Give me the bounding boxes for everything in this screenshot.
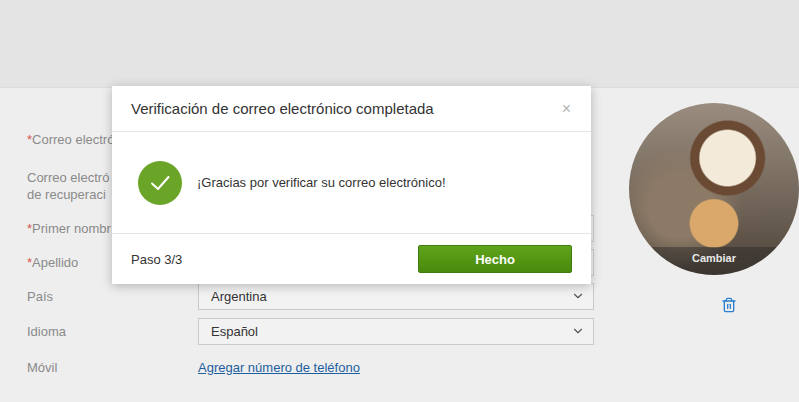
close-button[interactable]: × bbox=[562, 100, 571, 118]
avatar[interactable]: Cambiar bbox=[629, 103, 799, 275]
required-marker: * bbox=[27, 132, 32, 147]
form-row: Idioma Español bbox=[27, 313, 594, 349]
form-row: País Argentina bbox=[27, 279, 594, 313]
required-marker: * bbox=[27, 221, 32, 236]
avatar-column: Cambiar bbox=[629, 103, 799, 385]
required-marker: * bbox=[27, 255, 32, 270]
step-indicator: Paso 3/3 bbox=[131, 252, 182, 267]
select-field[interactable]: Argentina bbox=[198, 283, 594, 310]
field-label: Idioma bbox=[27, 323, 198, 340]
success-icon bbox=[138, 161, 182, 205]
dialog-title: Verificación de correo electrónico compl… bbox=[131, 100, 434, 117]
add-phone-link[interactable]: Agregar número de teléfono bbox=[198, 360, 360, 375]
dialog-body: ¡Gracias por verificar su correo electró… bbox=[112, 132, 591, 234]
dialog-header: Verificación de correo electrónico compl… bbox=[112, 86, 591, 132]
screen: *Correo electróCorreo electróde recupera… bbox=[0, 0, 799, 402]
field-label: País bbox=[27, 288, 198, 305]
form-row: MóvilAgregar número de teléfono bbox=[27, 349, 594, 385]
chevron-down-icon bbox=[571, 289, 585, 303]
field-label: Móvil bbox=[27, 359, 198, 376]
check-icon bbox=[149, 172, 171, 194]
done-button[interactable]: Hecho bbox=[418, 245, 572, 273]
dialog-footer: Paso 3/3 Hecho bbox=[112, 234, 591, 284]
dialog-message: ¡Gracias por verificar su correo electró… bbox=[197, 175, 446, 190]
chevron-down-icon bbox=[571, 324, 585, 338]
change-avatar-button[interactable]: Cambiar bbox=[629, 247, 799, 275]
select-value: Español bbox=[211, 324, 258, 339]
delete-avatar-button[interactable] bbox=[721, 297, 737, 313]
verification-dialog: Verificación de correo electrónico compl… bbox=[112, 86, 591, 284]
page-header bbox=[0, 0, 799, 88]
trash-icon bbox=[721, 297, 737, 313]
select-value: Argentina bbox=[211, 289, 267, 304]
select-field[interactable]: Español bbox=[198, 318, 594, 345]
